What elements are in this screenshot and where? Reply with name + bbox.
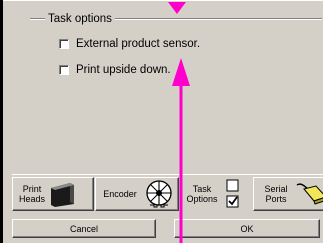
tab-print-heads-line1: Print <box>22 184 42 194</box>
tab-serial-ports-line1: Serial <box>264 184 288 194</box>
tab-print-heads-line2: Heads <box>18 194 45 204</box>
tab-encoder-line1: Encoder <box>103 189 137 199</box>
external-product-sensor-option[interactable]: External product sensor. <box>59 37 200 51</box>
tab-serial-ports[interactable]: Serial Ports <box>253 177 323 211</box>
print-upside-down-checkbox[interactable] <box>59 65 69 75</box>
group-title: Task options <box>45 12 115 26</box>
top-pointer-arrow <box>168 2 186 14</box>
tab-task-options-line2: Options <box>186 194 218 204</box>
tab-task-options-line1: Task <box>192 184 212 194</box>
print-head-icon <box>51 183 74 207</box>
tab-task-options[interactable]: Task Options <box>180 175 252 213</box>
checkbox-pair-icon <box>226 179 239 208</box>
tab-encoder[interactable]: Encoder <box>95 177 179 211</box>
external-product-sensor-label[interactable]: External product sensor. <box>76 37 200 51</box>
print-upside-down-label[interactable]: Print upside down. <box>76 63 171 77</box>
external-product-sensor-checkbox[interactable] <box>59 39 69 49</box>
ok-button[interactable]: OK <box>174 219 320 238</box>
cancel-button[interactable]: Cancel <box>12 219 156 238</box>
encoder-wheel-icon <box>146 180 172 208</box>
window-top-edge <box>0 0 323 1</box>
window-left-edge <box>0 0 3 243</box>
print-upside-down-option[interactable]: Print upside down. <box>59 63 171 77</box>
tab-strip: Print Heads Encoder Task Options Serial … <box>12 174 323 215</box>
tab-serial-ports-line2: Ports <box>265 194 287 204</box>
tab-print-heads[interactable]: Print Heads <box>12 177 94 211</box>
serial-cable-icon <box>296 183 323 205</box>
